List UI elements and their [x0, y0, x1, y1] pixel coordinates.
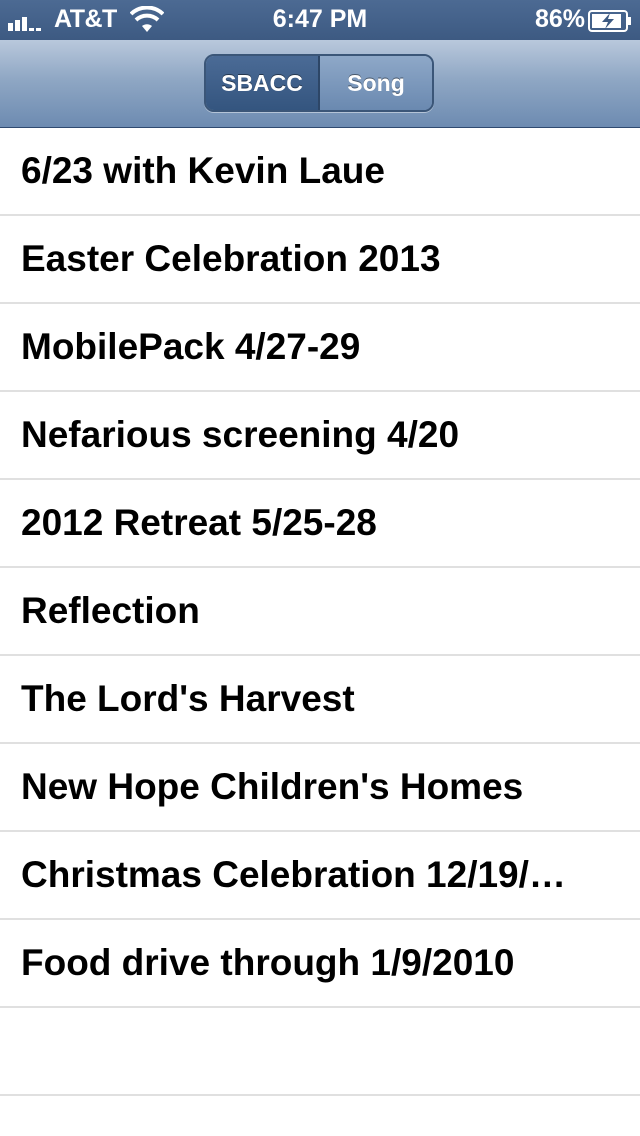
status-bar: AT&T 6:47 PM 86% — [0, 0, 640, 40]
list-item[interactable]: Nefarious screening 4/20 — [0, 392, 640, 480]
list-item[interactable]: MobilePack 4/27-29 — [0, 304, 640, 392]
list-item-label: MobilePack 4/27-29 — [21, 326, 361, 367]
segment-song[interactable]: Song — [320, 56, 432, 110]
list-item-label: The Lord's Harvest — [21, 678, 355, 719]
list-item[interactable]: New Hope Children's Homes — [0, 744, 640, 832]
list-item-label: Reflection — [21, 590, 200, 631]
list-item[interactable]: Reflection — [0, 568, 640, 656]
list-item-label: 2012 Retreat 5/25-28 — [21, 502, 377, 543]
list-item-label: Nefarious screening 4/20 — [21, 414, 460, 455]
event-list: 6/23 with Kevin Laue Easter Celebration … — [0, 128, 640, 1096]
list-item[interactable]: Easter Celebration 2013 — [0, 216, 640, 304]
list-item-label: Food drive through 1/9/2010 — [21, 942, 515, 983]
list-item-label: Easter Celebration 2013 — [21, 238, 441, 279]
list-item[interactable]: Christmas Celebration 12/19/… — [0, 832, 640, 920]
battery-percentage: 86% — [534, 5, 585, 33]
navigation-bar: SBACC Song — [0, 40, 640, 128]
battery-charging-icon — [588, 10, 631, 32]
list-item-label: New Hope Children's Homes — [21, 766, 524, 807]
list-item[interactable]: The Lord's Harvest — [0, 656, 640, 744]
segmented-control: SBACC Song — [204, 54, 434, 112]
list-item[interactable]: Food drive through 1/9/2010 — [0, 920, 640, 1008]
list-item[interactable]: 2012 Retreat 5/25-28 — [0, 480, 640, 568]
empty-row — [0, 1008, 640, 1096]
list-item[interactable]: 6/23 with Kevin Laue — [0, 128, 640, 216]
segment-sbacc[interactable]: SBACC — [206, 56, 320, 110]
list-item-label: Christmas Celebration 12/19/… — [21, 854, 566, 895]
list-item-label: 6/23 with Kevin Laue — [21, 150, 385, 191]
